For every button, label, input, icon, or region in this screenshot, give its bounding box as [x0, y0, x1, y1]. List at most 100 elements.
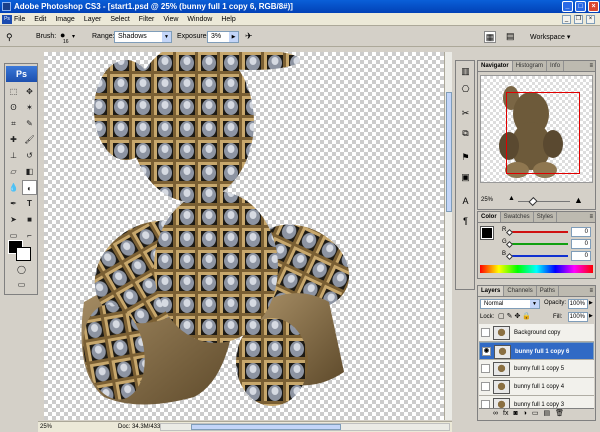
tab-histogram[interactable]: Histogram — [513, 61, 548, 71]
range-select[interactable]: Shadows ▼ — [114, 31, 172, 43]
menu-view[interactable]: View — [163, 13, 178, 26]
tab-styles[interactable]: Styles — [534, 212, 558, 222]
panel-menu-icon[interactable]: ≡ — [589, 213, 593, 222]
navigator-preview[interactable] — [480, 75, 593, 183]
visibility-eye-icon[interactable] — [481, 328, 490, 337]
blur-tool-icon[interactable]: 💧 — [6, 180, 21, 195]
layer-row[interactable]: Background copy — [479, 324, 594, 342]
quick-mask-icon[interactable]: ◯ — [14, 262, 29, 277]
type-tool-icon[interactable]: T — [22, 196, 37, 211]
color-fg-swatch[interactable] — [480, 226, 494, 240]
delete-layer-icon[interactable]: 🗑 — [555, 409, 564, 419]
magic-wand-tool-icon[interactable]: ✶ — [22, 100, 37, 115]
fill-input[interactable]: 100% — [568, 312, 588, 322]
channel-value-g[interactable]: 0 — [571, 239, 591, 249]
airbrush-icon[interactable]: ✈ — [245, 31, 253, 41]
new-layer-icon[interactable]: ▤ — [544, 409, 551, 419]
character-panel-icon[interactable]: A — [459, 195, 472, 208]
channel-value-b[interactable]: 0 — [571, 251, 591, 261]
exposure-input[interactable]: 3% — [207, 31, 231, 43]
document-canvas[interactable] — [44, 52, 444, 420]
tab-channels[interactable]: Channels — [504, 286, 537, 296]
color-spectrum-bar[interactable] — [480, 265, 593, 273]
panel-menu-icon[interactable]: ≡ — [589, 287, 593, 296]
path-selection-tool-icon[interactable]: ➤ — [6, 212, 21, 227]
background-color-swatch[interactable] — [16, 247, 31, 261]
rectangle-tool-icon[interactable]: ■ — [22, 212, 37, 227]
tab-swatches[interactable]: Swatches — [501, 212, 534, 222]
menu-help[interactable]: Help — [221, 13, 235, 26]
vertical-scrollbar[interactable] — [444, 52, 452, 420]
channel-slider-r[interactable] — [510, 231, 568, 233]
opacity-input[interactable]: 100% — [568, 299, 588, 309]
menu-window[interactable]: Window — [187, 13, 212, 26]
dodge-tool-icon[interactable]: ◐ — [22, 180, 37, 195]
clone-stamp-tool-icon[interactable]: ⊥ — [6, 148, 21, 163]
eraser-tool-icon[interactable]: ▱ — [6, 164, 21, 179]
layer-comps-icon[interactable]: ▣ — [459, 171, 472, 184]
dodge-tool-preset-icon[interactable]: ⚲ — [6, 32, 13, 42]
maximize-button[interactable]: □ — [575, 1, 586, 12]
doc-icon[interactable]: Ps — [2, 15, 12, 24]
doc-close-button[interactable]: × — [586, 15, 595, 24]
screen-mode-icon[interactable]: ▭ — [14, 277, 29, 292]
tab-paths[interactable]: Paths — [537, 286, 560, 296]
app-icon[interactable] — [2, 2, 11, 11]
slider-knob[interactable] — [528, 196, 538, 207]
lasso-tool-icon[interactable]: ʘ — [6, 100, 21, 115]
slice-tool-icon[interactable]: ✎ — [22, 116, 37, 131]
zoom-in-icon[interactable]: ▲ — [574, 195, 583, 205]
panel-menu-icon[interactable]: ≡ — [589, 62, 593, 71]
bridge-icon[interactable]: ▦ — [484, 31, 496, 43]
pen-tool-icon[interactable]: ✒ — [6, 196, 21, 211]
tab-color[interactable]: Color — [478, 212, 501, 222]
brushes-panel-icon[interactable]: ▥ — [459, 65, 472, 78]
zoom-readout[interactable]: 25% — [40, 422, 52, 432]
opacity-slider-icon[interactable]: ▶ — [589, 300, 593, 306]
channel-slider-g[interactable] — [510, 243, 568, 245]
navigator-view-box[interactable] — [506, 92, 580, 174]
visibility-eye-icon[interactable] — [481, 364, 490, 373]
close-button[interactable]: × — [588, 1, 599, 12]
tab-info[interactable]: Info — [547, 61, 565, 71]
doc-restore-button[interactable]: ❐ — [574, 15, 583, 24]
layer-row[interactable]: ◉ bunny full 1 copy 6 — [479, 342, 594, 360]
history-brush-tool-icon[interactable]: ↺ — [22, 148, 37, 163]
paragraph-panel-icon[interactable]: ¶ — [459, 215, 472, 228]
channel-slider-b[interactable] — [510, 255, 568, 257]
layer-row[interactable]: bunny full 1 copy 4 — [479, 378, 594, 396]
new-group-icon[interactable]: ▭ — [532, 409, 539, 419]
add-mask-icon[interactable]: ◙ — [513, 409, 517, 419]
scrollbar-thumb[interactable] — [191, 424, 341, 430]
horizontal-scrollbar[interactable] — [160, 423, 450, 431]
visibility-eye-icon[interactable] — [481, 382, 490, 391]
link-layers-icon[interactable]: ∞ — [493, 409, 498, 419]
tab-navigator[interactable]: Navigator — [478, 61, 513, 71]
zoom-out-icon[interactable]: ▲ — [508, 195, 515, 202]
visibility-eye-icon[interactable]: ◉ — [482, 347, 491, 356]
scrollbar-thumb[interactable] — [446, 92, 452, 212]
marquee-tool-icon[interactable]: ⬚ — [6, 84, 21, 99]
adjustment-layer-icon[interactable]: ◑ — [523, 409, 527, 419]
channel-value-r[interactable]: 0 — [571, 227, 591, 237]
layer-row[interactable]: bunny full 1 copy 5 — [479, 360, 594, 378]
menu-select[interactable]: Select — [110, 13, 129, 26]
blend-mode-select[interactable]: Normal ▼ — [480, 299, 540, 309]
menu-file[interactable]: File — [14, 13, 25, 26]
history-panel-icon[interactable]: ⧉ — [459, 127, 472, 140]
workspace-button[interactable]: Workspace ▾ — [530, 33, 570, 41]
crop-tool-icon[interactable]: ⌗ — [6, 116, 21, 131]
tool-presets-icon[interactable]: ⎔ — [459, 83, 472, 96]
brush-dropdown-icon[interactable]: ▾ — [72, 32, 75, 42]
menu-image[interactable]: Image — [55, 13, 74, 26]
fill-slider-icon[interactable]: ▶ — [589, 313, 593, 319]
minimize-button[interactable]: _ — [562, 1, 573, 12]
tab-layers[interactable]: Layers — [478, 286, 505, 296]
navigator-zoom-input[interactable]: 25% — [481, 197, 493, 203]
file-browser-icon[interactable]: ▤ — [506, 31, 515, 41]
healing-brush-tool-icon[interactable]: ✚ — [6, 132, 21, 147]
menu-layer[interactable]: Layer — [84, 13, 102, 26]
lock-icons[interactable]: ▢✎✥🔒 — [498, 312, 533, 320]
actions-panel-icon[interactable]: ✂ — [459, 107, 472, 120]
navigator-zoom-slider[interactable] — [518, 201, 570, 202]
